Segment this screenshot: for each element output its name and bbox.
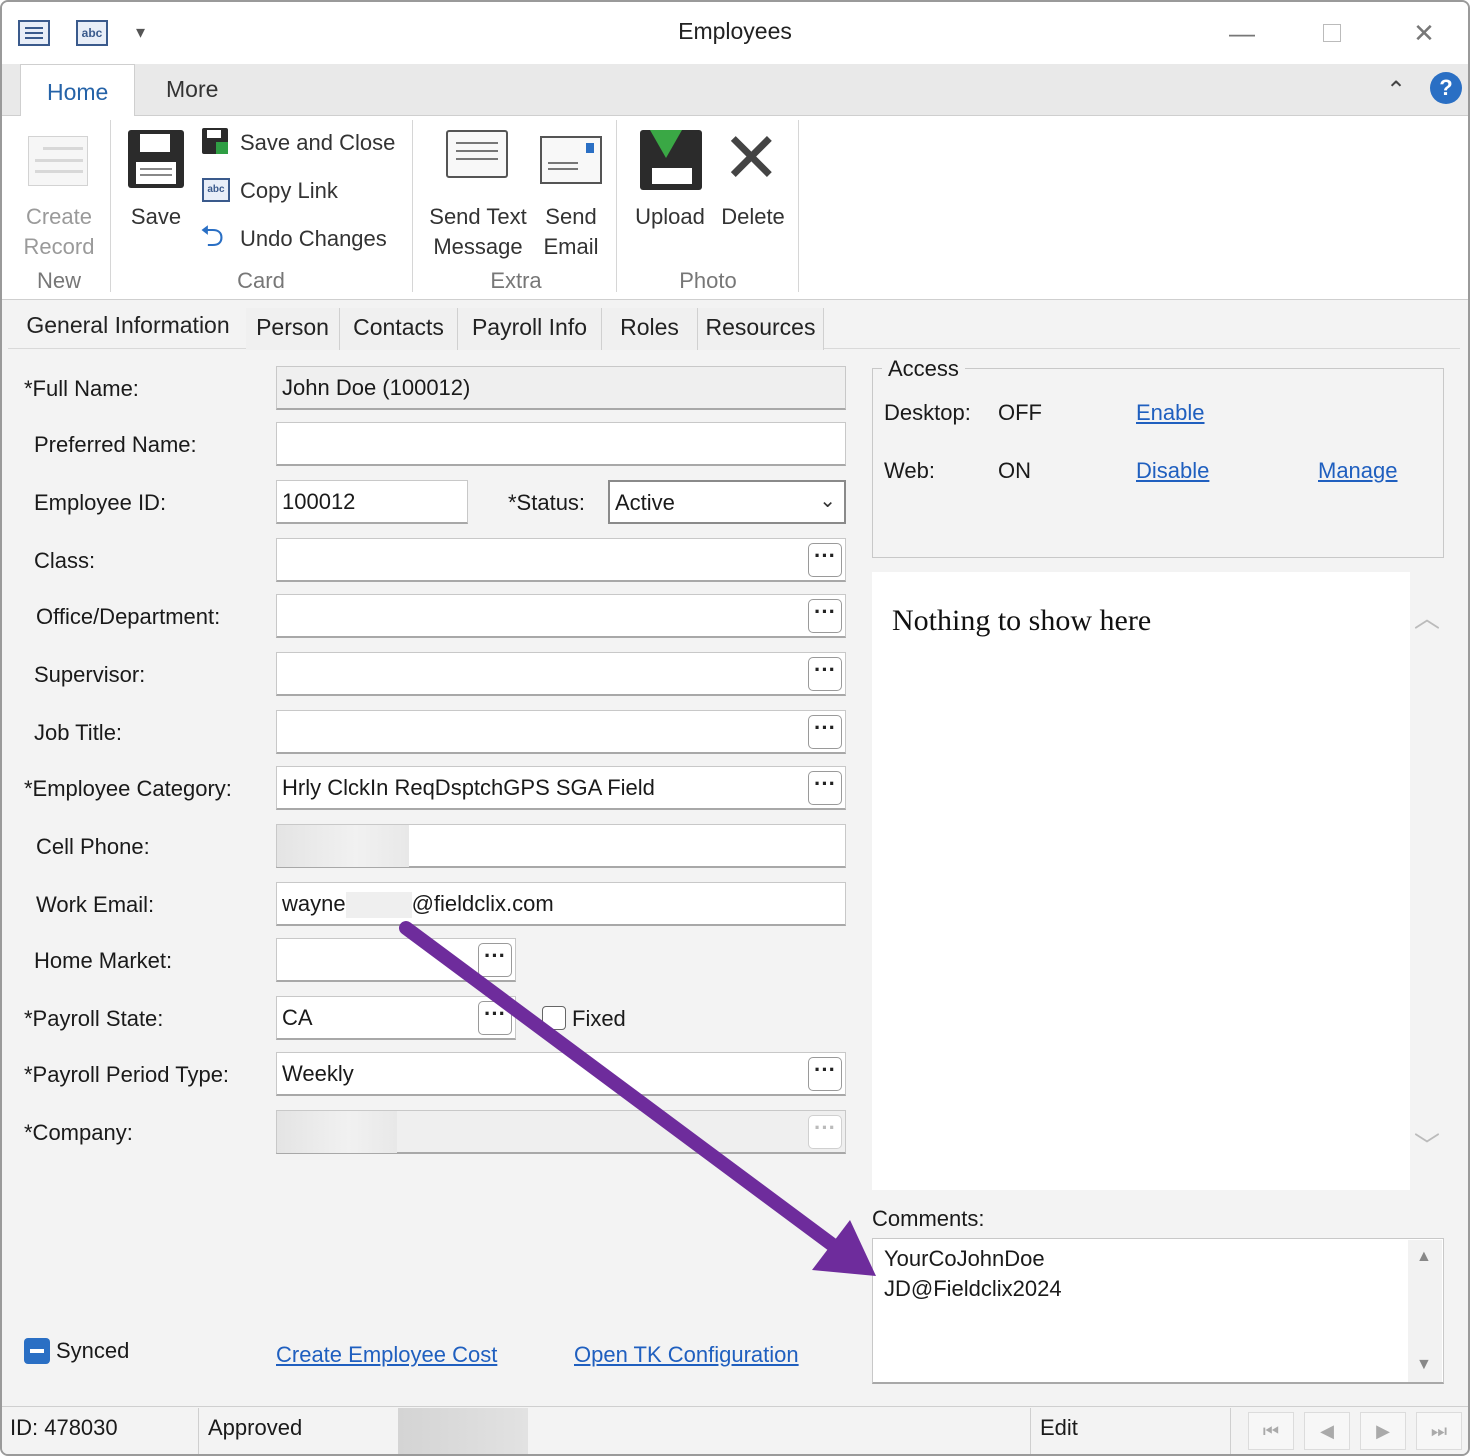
approval-status: Approved [208, 1415, 303, 1440]
redacted-area [398, 1408, 528, 1454]
last-record-icon[interactable]: ⏭ [1416, 1412, 1462, 1450]
record-id: ID: 478030 [10, 1415, 118, 1440]
first-record-icon[interactable]: ⏮ [1248, 1412, 1294, 1450]
prev-record-icon[interactable]: ◀ [1304, 1412, 1350, 1450]
employees-window: abc ▾ Employees — ✕ Home More ⌃ ? Create… [0, 0, 1470, 1456]
status-divider [1230, 1408, 1231, 1454]
annotation-arrow [399, 921, 876, 1276]
next-record-icon[interactable]: ▶ [1360, 1412, 1406, 1450]
status-divider [1030, 1408, 1031, 1454]
edit-mode: Edit [1040, 1415, 1078, 1440]
status-divider [198, 1408, 199, 1454]
